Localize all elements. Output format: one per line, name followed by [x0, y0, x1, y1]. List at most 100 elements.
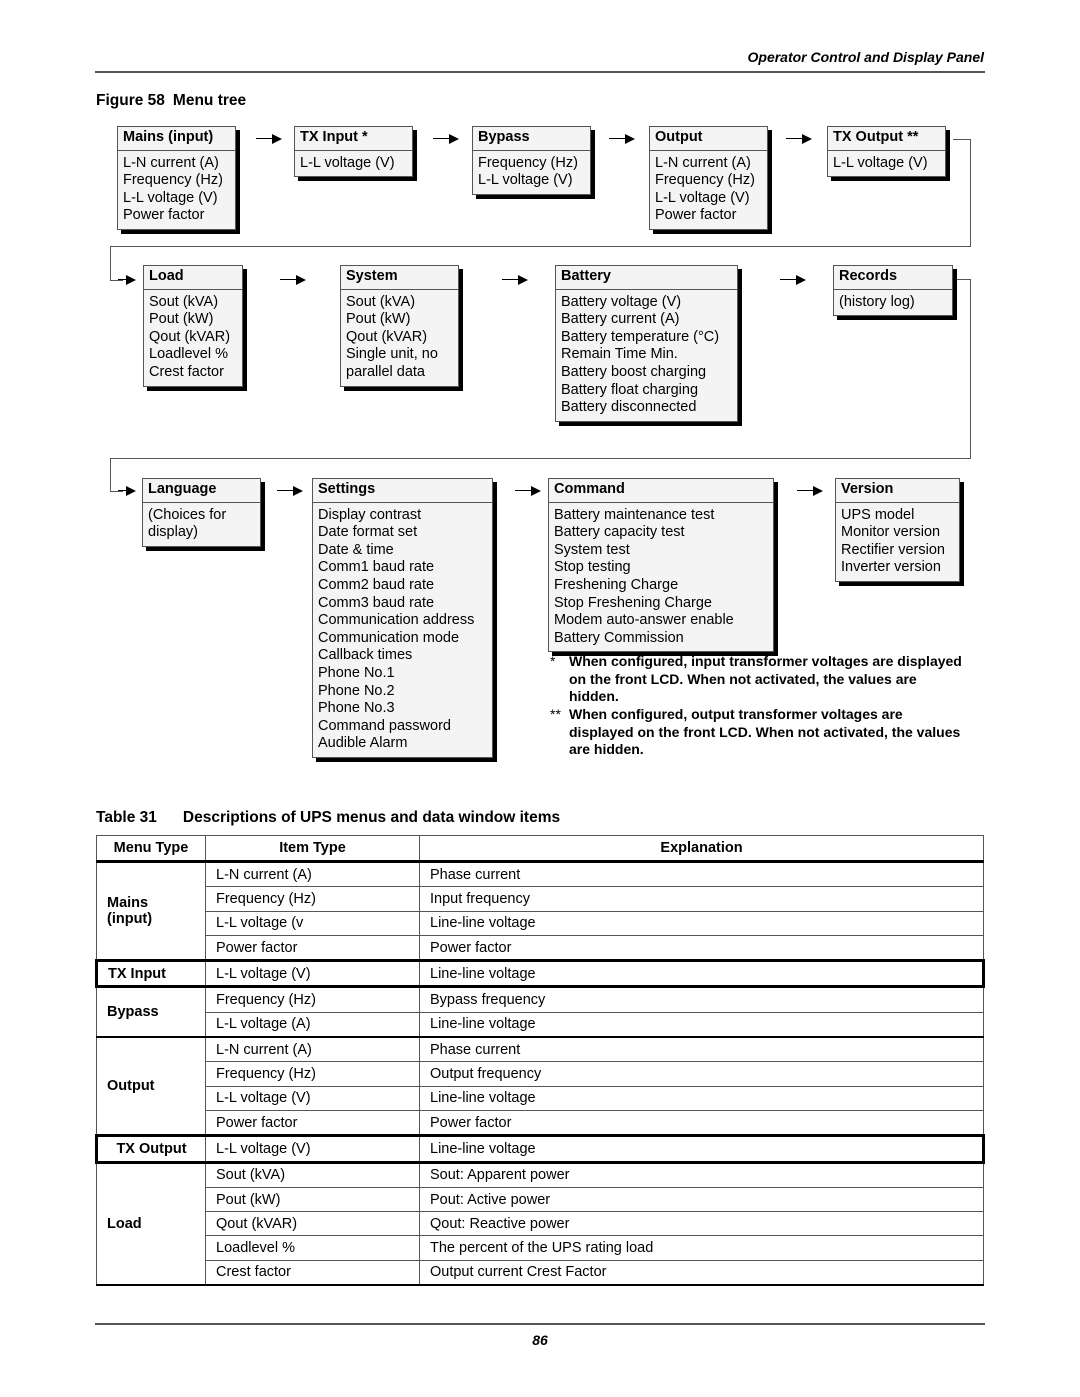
table-row: Loadlevel % The percent of the UPS rating…	[97, 1235, 984, 1261]
menu-box-items: L-L voltage (V)	[828, 151, 945, 177]
item-type-cell: Frequency (Hz)	[205, 886, 420, 912]
menu-box-items: Battery maintenance test Battery capacity…	[549, 503, 773, 652]
menu-box-title: TX Input *	[295, 127, 412, 151]
menu-item: Sout (kVA)	[149, 293, 219, 310]
footnote-mark: **	[550, 706, 561, 722]
table-row: TX Output L-L voltage (V) Line-line voltag…	[95, 1134, 985, 1164]
connector-line	[110, 246, 970, 247]
menu-box-records: Records (history log)	[833, 265, 953, 317]
menu-box-battery: Battery Battery voltage (V) Battery curre…	[555, 265, 738, 422]
menu-item: Freshening Charge	[554, 576, 679, 593]
ups-menu-description-table: Menu Type Item Type Explanation Mains (i…	[95, 835, 985, 1287]
table-row: L-L voltage (A) Line-line voltage	[97, 1011, 984, 1039]
explanation-cell: Line-line voltage	[419, 910, 984, 936]
menu-box-command: Command Battery maintenance test Battery …	[548, 478, 774, 653]
arrow-right-icon	[118, 486, 136, 496]
menu-box-items: Battery voltage (V) Battery current (A) Ba…	[556, 290, 737, 421]
menu-type-cell: Bypass	[96, 986, 206, 1039]
arrow-right-icon	[433, 134, 459, 144]
table-row: TX Input L-L voltage (V) Line-line voltage	[95, 959, 985, 989]
arrow-right-icon	[256, 134, 282, 144]
menu-item: Comm3 baud rate	[318, 594, 435, 611]
menu-box-title: Output	[650, 127, 767, 151]
arrow-right-icon	[118, 275, 136, 285]
menu-box-bypass: Bypass Frequency (Hz) L-L voltage (V)	[472, 126, 591, 195]
menu-item: Communication mode	[318, 629, 460, 646]
arrow-right-icon	[277, 486, 303, 496]
menu-box-settings: Settings Display contrast Date format set…	[312, 478, 493, 758]
column-header-item-type: Item Type	[205, 835, 420, 863]
explanation-cell: Qout: Reactive power	[419, 1211, 984, 1237]
explanation-cell: Input frequency	[419, 886, 984, 912]
menu-item: Battery float charging	[561, 381, 699, 398]
arrow-right-icon	[280, 275, 306, 285]
menu-item: L-L voltage (V)	[833, 154, 928, 171]
item-type-cell: L-N current (A)	[205, 860, 420, 888]
menu-item: Frequency (Hz)	[123, 172, 223, 189]
menu-box-title: Records	[834, 266, 952, 290]
item-type-cell: Qout (kVAR)	[205, 1211, 420, 1237]
menu-item: Audible Alarm	[318, 735, 408, 752]
menu-box-items: Sout (kVA) Pout (kW) Qout (kVAR) Loadlevel …	[144, 290, 242, 386]
figure-label: Figure 58	[96, 92, 165, 109]
table-label: Table 31	[96, 809, 157, 826]
table-caption: Table 31 Descriptions of UPS menus and da…	[96, 809, 560, 827]
item-type-cell: Frequency (Hz)	[205, 1061, 420, 1087]
menu-item: Command password	[318, 717, 451, 734]
table-row: Pout (kW) Pout: Active power	[97, 1186, 984, 1213]
table-row: L-L voltage (V) Line-line voltage	[97, 1085, 984, 1111]
menu-item: Modem auto-answer enable	[554, 612, 734, 629]
table-row: Output L-N current (A) Phase current	[96, 1036, 984, 1137]
footnote-tx-input: * When configured, input transformer vol…	[550, 653, 970, 706]
menu-type-cell: Load	[96, 1161, 206, 1287]
explanation-cell: Bypass frequency	[419, 986, 984, 1013]
header-rule	[95, 71, 985, 73]
arrow-right-icon	[502, 275, 528, 285]
menu-item: Comm1 baud rate	[318, 559, 435, 576]
menu-item: Monitor version	[841, 524, 941, 541]
footnote-text: When configured, input transformer volta…	[569, 653, 962, 705]
menu-item: Battery temperature (°C)	[561, 328, 720, 345]
menu-box-title: Battery	[556, 266, 737, 290]
explanation-cell: Line-line voltage	[419, 959, 985, 989]
menu-type-cell: Output	[96, 1036, 206, 1137]
menu-item: UPS model	[841, 506, 915, 523]
menu-item: Stop testing	[554, 559, 631, 576]
menu-item: Remain Time Min.	[561, 346, 678, 363]
menu-box-title: Command	[549, 479, 773, 503]
menu-item: Battery current (A)	[561, 311, 680, 328]
menu-item: Phone No.3	[318, 700, 395, 717]
explanation-cell: Line-line voltage	[419, 1134, 985, 1164]
connector-line	[953, 139, 971, 247]
menu-box-items: Sout (kVA) Pout (kW) Qout (kVAR) Single uni…	[341, 290, 458, 386]
menu-box-items: Frequency (Hz) L-L voltage (V)	[473, 151, 590, 194]
item-type-cell: Loadlevel %	[205, 1235, 420, 1261]
menu-item: Crest factor	[149, 363, 224, 380]
menu-item: (Choices for	[148, 506, 227, 523]
footer-rule	[95, 1323, 985, 1325]
footnote-tx-output: ** When configured, output transformer v…	[550, 706, 970, 759]
menu-box-title: Bypass	[473, 127, 590, 151]
arrow-right-icon	[797, 486, 823, 496]
menu-item: Qout (kVAR)	[346, 328, 428, 345]
item-type-cell: L-L voltage (V)	[205, 1134, 420, 1164]
explanation-cell: Power factor	[419, 1109, 984, 1137]
table-row: Qout (kVAR) Qout: Reactive power	[97, 1211, 984, 1237]
menu-item: Battery voltage (V)	[561, 293, 682, 310]
menu-box-tx-output: TX Output ** L-L voltage (V)	[827, 126, 946, 178]
menu-item: L-N current (A)	[655, 154, 751, 171]
table-row: Bypass Frequency (Hz) Bypass frequency	[96, 986, 984, 1039]
table-row: Load Sout (kVA) Sout: Apparent power	[96, 1161, 984, 1287]
menu-item: Callback times	[318, 647, 413, 664]
menu-box-title: System	[341, 266, 458, 290]
item-type-cell: L-N current (A)	[205, 1036, 420, 1063]
table-row: Crest factor Output current Crest Factor	[97, 1259, 984, 1287]
menu-box-tx-input: TX Input * L-L voltage (V)	[294, 126, 413, 178]
menu-box-items: L-N current (A) Frequency (Hz) L-L voltage…	[118, 151, 235, 229]
menu-item: L-L voltage (V)	[300, 154, 395, 171]
menu-item: Battery capacity test	[554, 524, 685, 541]
menu-item: Single unit, no	[346, 346, 438, 363]
menu-box-items: (Choices for display)	[143, 503, 260, 546]
table-body: Mains (input) L-N current (A) Phase curren…	[95, 860, 985, 1287]
menu-box-title: Settings	[313, 479, 492, 503]
